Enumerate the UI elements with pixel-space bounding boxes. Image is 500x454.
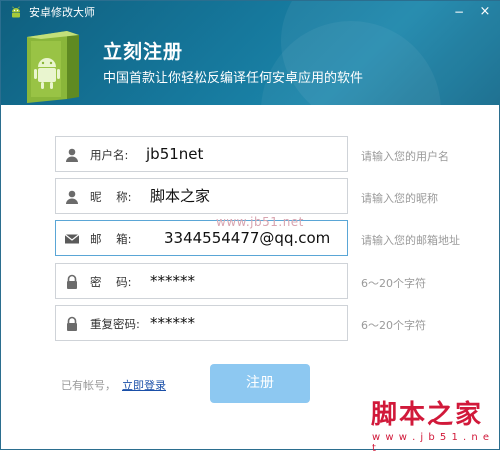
lock-icon — [67, 316, 77, 331]
page-title: 立刻注册 — [103, 41, 184, 63]
email-hint: 请输入您的邮箱地址 — [361, 234, 460, 247]
minimize-button[interactable]: − — [448, 3, 470, 21]
user-icon — [66, 190, 78, 204]
password-input[interactable]: ****** — [150, 271, 195, 291]
confirm-password-label: 重复密码: — [90, 317, 140, 331]
mail-icon — [64, 234, 80, 244]
close-button[interactable]: × — [474, 3, 496, 21]
confirm-password-hint: 6～20个字符 — [361, 319, 426, 332]
email-field[interactable]: 邮 箱: 3344554477@qq.com — [55, 220, 348, 256]
nickname-hint: 请输入您的昵称 — [361, 192, 438, 205]
register-button[interactable]: 注册 — [210, 364, 310, 403]
watermark-url: www.jb51.net — [216, 215, 304, 229]
window-title: 安卓修改大师 — [29, 6, 95, 19]
username-input[interactable]: jb51net — [146, 144, 203, 164]
password-field[interactable]: 密 码: ****** — [55, 263, 348, 299]
login-link[interactable]: 立即登录 — [122, 377, 166, 393]
nickname-field[interactable]: 昵 称: 脚本之家 — [55, 178, 348, 214]
confirm-password-field[interactable]: 重复密码: ****** — [55, 305, 348, 341]
app-window: 安卓修改大师 − × 立刻注册 中国首款让你轻松反编译任何安卓应用的软件 用户名… — [0, 0, 500, 454]
password-label: 密 码: — [90, 275, 132, 289]
password-hint: 6～20个字符 — [361, 277, 426, 290]
title-bar[interactable]: 安卓修改大师 − × — [1, 1, 500, 25]
product-box-icon — [27, 31, 79, 103]
header-banner: 安卓修改大师 − × 立刻注册 中国首款让你轻松反编译任何安卓应用的软件 — [1, 1, 500, 105]
lock-icon — [67, 274, 77, 289]
have-account-text: 已有帐号， — [61, 379, 116, 392]
watermark-logo-url: w w w . j b 5 1 . n e t — [372, 432, 491, 454]
nickname-input[interactable]: 脚本之家 — [150, 186, 210, 206]
user-icon — [66, 148, 78, 162]
android-app-icon — [12, 6, 20, 18]
email-input[interactable]: 3344554477@qq.com — [164, 228, 330, 248]
confirm-password-input[interactable]: ****** — [150, 313, 195, 333]
page-subtitle: 中国首款让你轻松反编译任何安卓应用的软件 — [103, 71, 364, 86]
watermark-logo: 脚本之家 — [371, 400, 484, 430]
username-hint: 请输入您的用户名 — [361, 150, 449, 163]
username-label: 用户名: — [90, 148, 129, 162]
nickname-label: 昵 称: — [90, 190, 132, 204]
username-field[interactable]: 用户名: jb51net — [55, 136, 348, 172]
email-label: 邮 箱: — [90, 232, 132, 246]
